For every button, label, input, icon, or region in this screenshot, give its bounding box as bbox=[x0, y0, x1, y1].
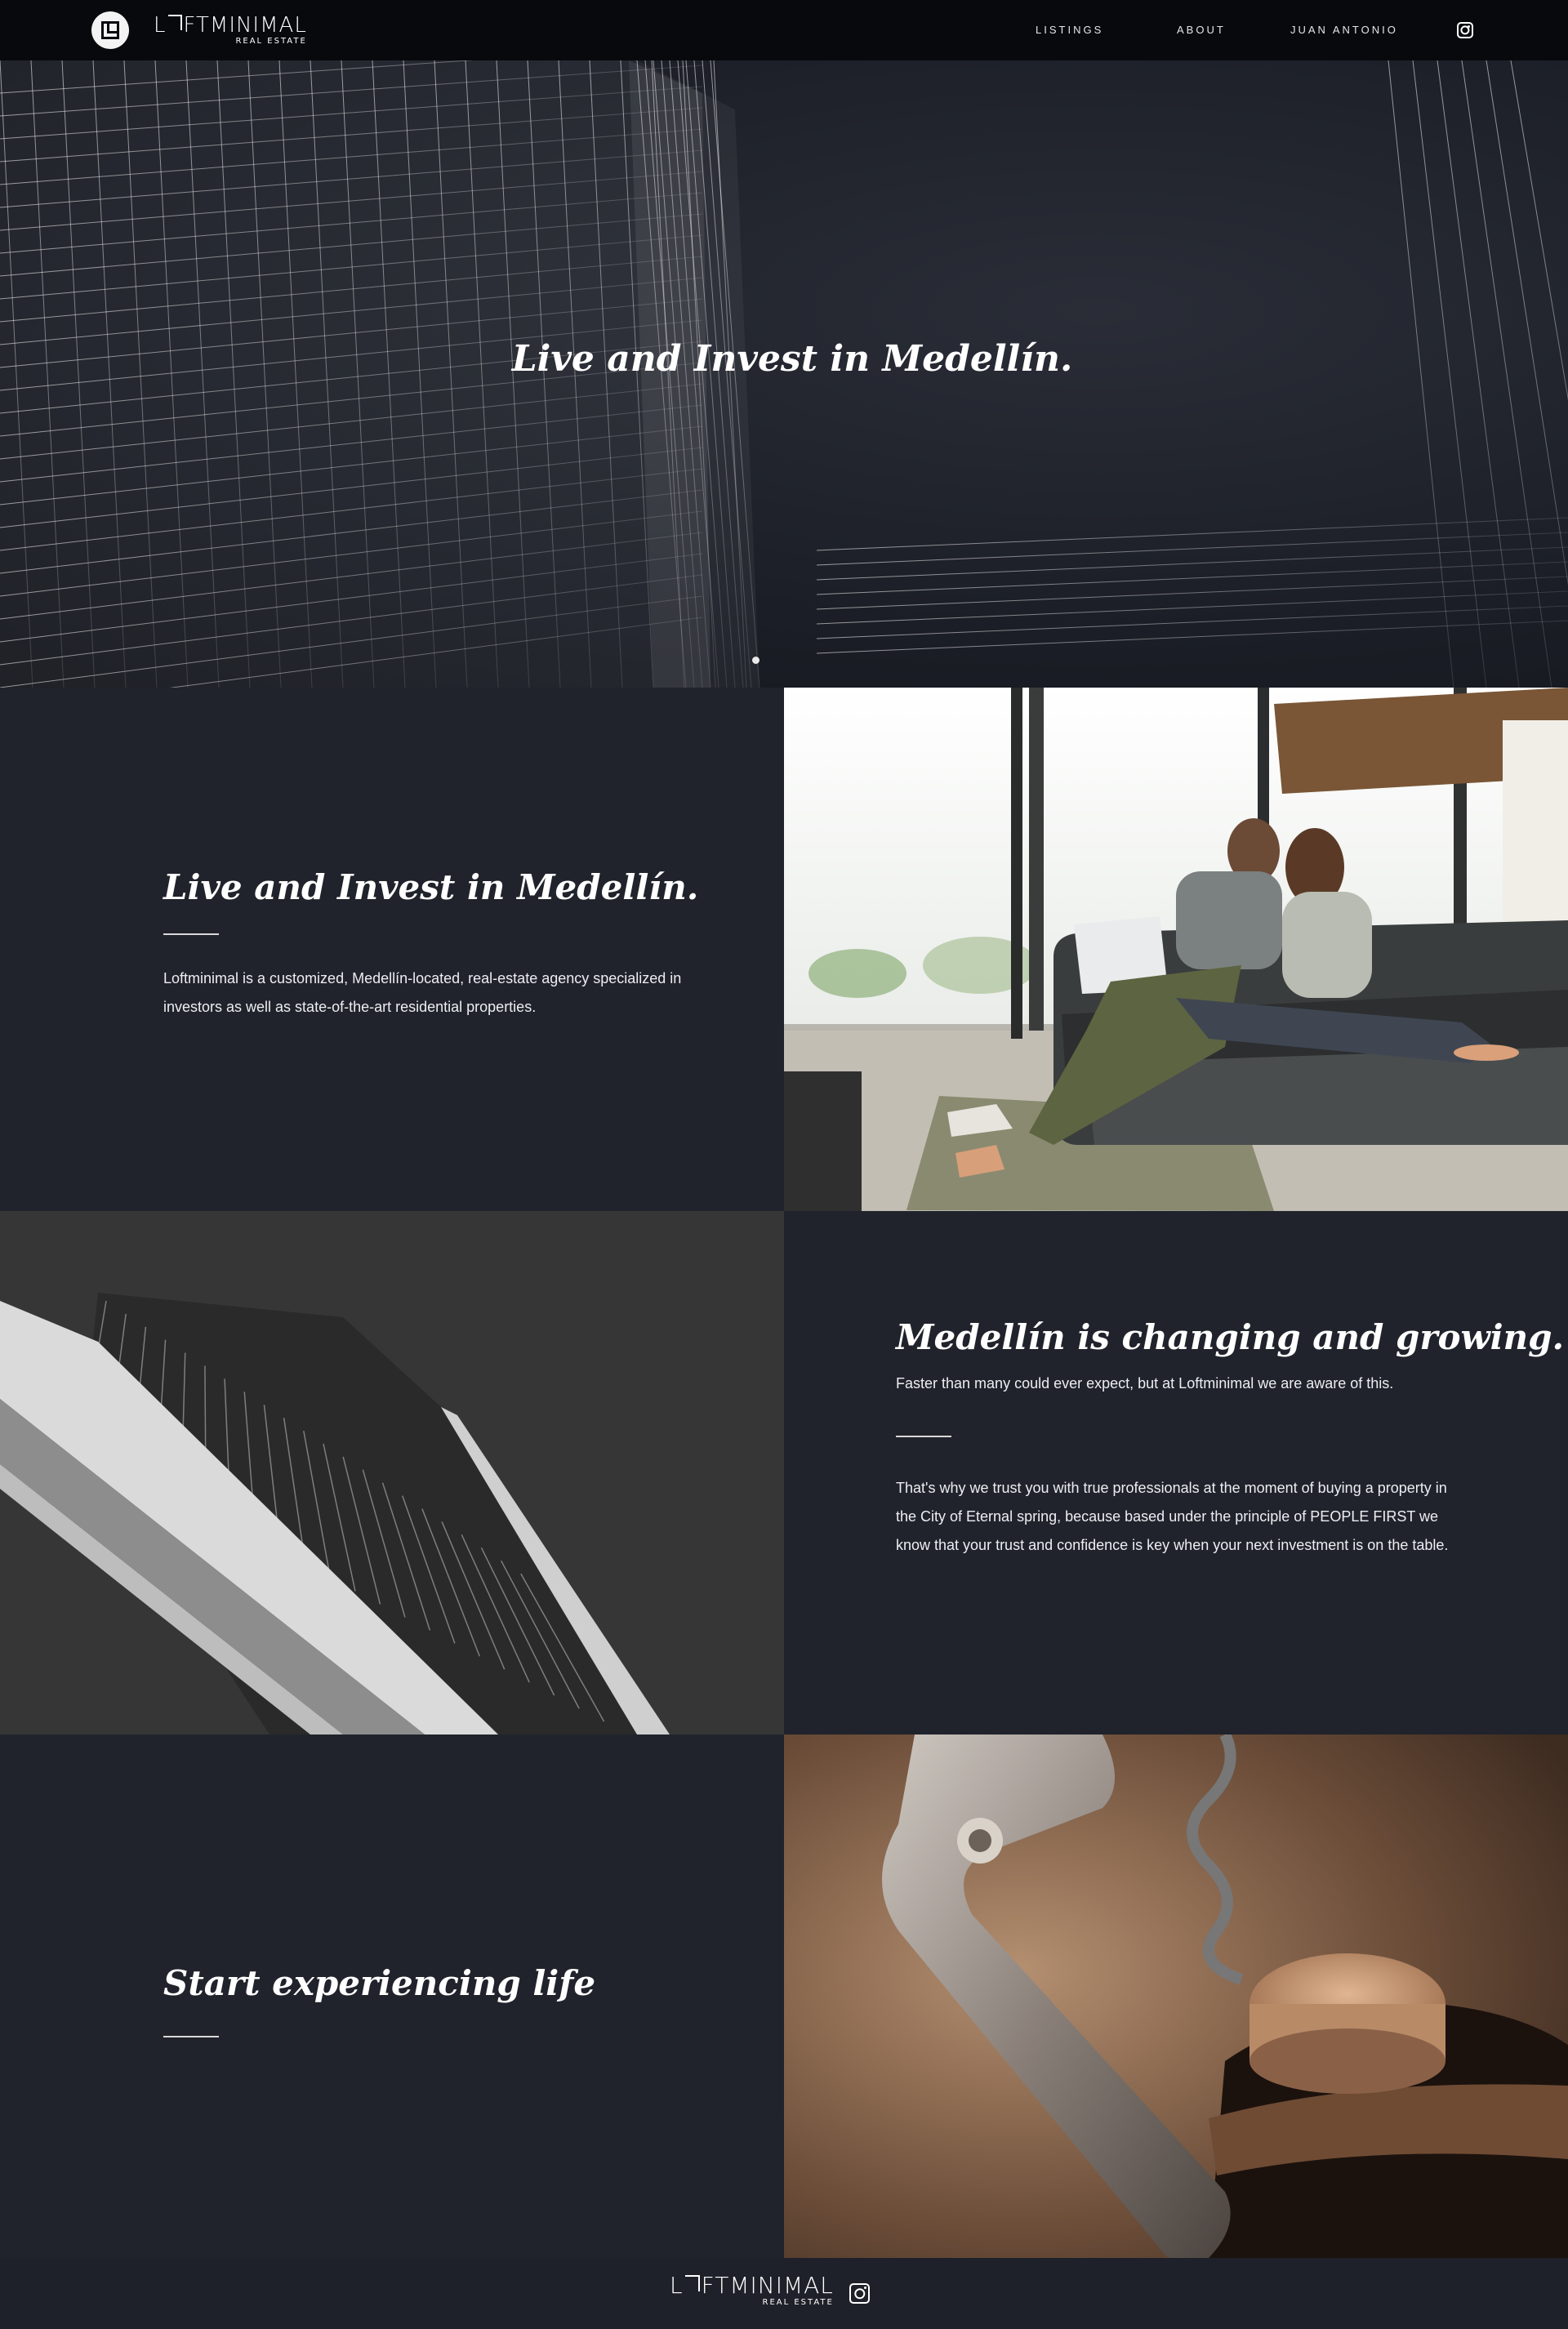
hero-title: Live and Invest in Medellín. bbox=[511, 338, 1073, 380]
growth-paragraph: That's why we trust you with true profes… bbox=[896, 1480, 1449, 1553]
section-title: Live and Invest in Medellín. bbox=[163, 867, 699, 907]
section-subtitle: Faster than many could ever expect, but … bbox=[896, 1375, 1394, 1392]
section-title: Start experiencing life bbox=[163, 1963, 596, 2003]
divider-line bbox=[163, 933, 219, 935]
nav-link-about[interactable]: ABOUT bbox=[1177, 24, 1226, 36]
section-title: Medellín is changing and growing. Fast. bbox=[896, 1317, 1568, 1357]
divider-line bbox=[163, 2036, 219, 2037]
couple-living-room-image bbox=[784, 688, 1568, 1211]
top-navigation-bar: L FTMINIMAL REAL ESTATE LISTINGS ABOUT JU… bbox=[0, 0, 1568, 60]
slider-dot[interactable] bbox=[752, 657, 760, 664]
instagram-icon[interactable] bbox=[1457, 22, 1473, 38]
footer-brand-logo[interactable]: L FTMINIMAL REAL ESTATE bbox=[670, 2274, 834, 2308]
lifestyle-text-panel: Start experiencing life bbox=[0, 1735, 784, 2258]
hero-slider: Live and Invest in Medellín. bbox=[0, 60, 1568, 688]
intro-paragraph: Loftminimal is a customized, Medellín-lo… bbox=[163, 970, 682, 1015]
brand-tagline: REAL ESTATE bbox=[762, 2298, 834, 2307]
intro-text-panel: Live and Invest in Medellín. Loftminimal… bbox=[0, 688, 784, 1211]
divider-line bbox=[896, 1436, 951, 1437]
nav-links: LISTINGS ABOUT JUAN ANTONIO bbox=[0, 24, 1568, 40]
building-facade-image bbox=[0, 1211, 784, 1735]
nav-link-listings[interactable]: LISTINGS bbox=[1036, 24, 1103, 36]
brand-wordmark: L FTMINIMAL bbox=[670, 2272, 834, 2299]
instagram-icon[interactable] bbox=[849, 2283, 870, 2304]
growth-text-panel: Medellín is changing and growing. Fast. … bbox=[784, 1211, 1568, 1735]
footer: L FTMINIMAL REAL ESTATE bbox=[0, 2258, 1568, 2329]
nav-link-juan-antonio[interactable]: JUAN ANTONIO bbox=[1290, 24, 1398, 36]
wine-corkscrew-image bbox=[784, 1735, 1568, 2258]
